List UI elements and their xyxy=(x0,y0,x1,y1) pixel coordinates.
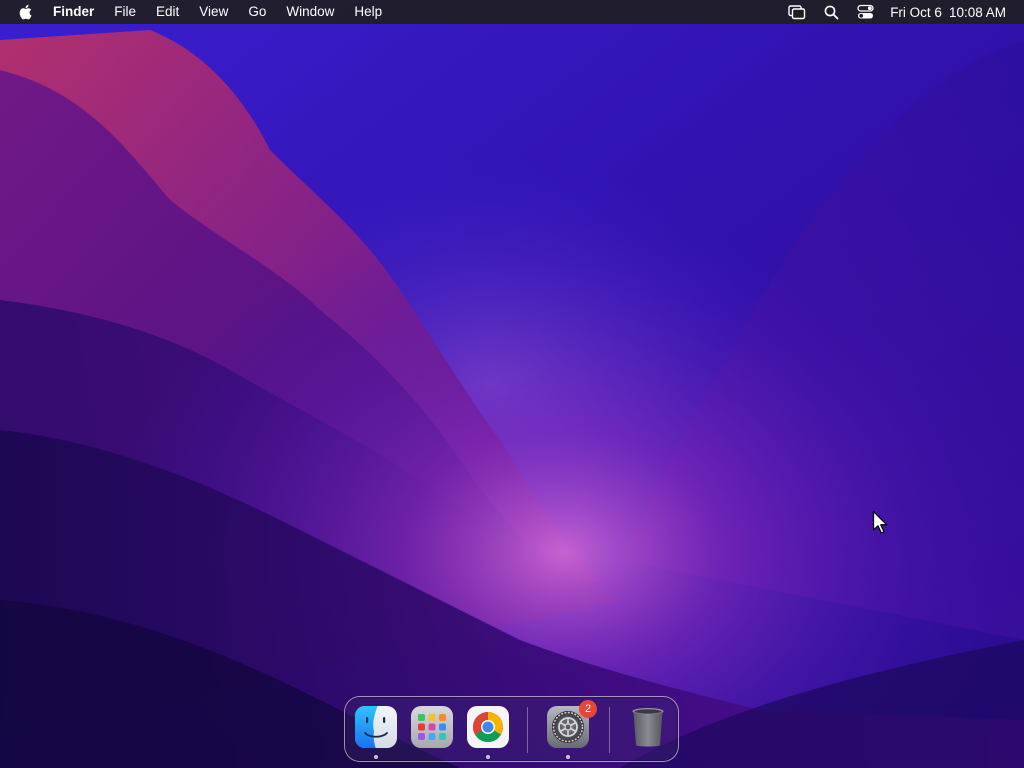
menu-app-name[interactable]: Finder xyxy=(51,0,104,24)
dock-separator xyxy=(527,707,528,753)
control-center-icon[interactable] xyxy=(854,0,876,24)
finder-running-indicator xyxy=(374,755,378,759)
menu-bar: Finder File Edit View Go Window Help Fri… xyxy=(0,0,1024,24)
menu-help[interactable]: Help xyxy=(344,0,392,24)
dock-trash[interactable] xyxy=(626,705,670,749)
desktop[interactable]: Finder File Edit View Go Window Help Fri… xyxy=(0,0,1024,768)
dock-chrome[interactable] xyxy=(466,705,510,759)
finder-icon xyxy=(355,706,397,748)
spotlight-search-icon[interactable] xyxy=(820,0,842,24)
launchpad-icon xyxy=(411,706,453,748)
dock-launchpad[interactable] xyxy=(410,705,454,749)
system-settings-badge: 2 xyxy=(579,700,597,718)
dock-separator-trash xyxy=(609,707,610,753)
dock-system-settings[interactable]: 2 xyxy=(546,700,597,759)
dock-finder[interactable] xyxy=(354,705,398,759)
apple-logo-icon[interactable] xyxy=(17,3,33,21)
chrome-icon xyxy=(467,706,509,748)
dock: 2 xyxy=(344,696,679,762)
mouse-cursor-icon xyxy=(872,510,888,534)
menu-bar-clock[interactable]: Fri Oct 6 10:08 AM xyxy=(890,5,1006,20)
system-settings-running-indicator xyxy=(566,755,570,759)
screen-mirroring-icon[interactable] xyxy=(786,0,808,24)
clock-date: Fri Oct 6 xyxy=(890,4,942,20)
menu-edit[interactable]: Edit xyxy=(146,0,189,24)
clock-time: 10:08 AM xyxy=(948,4,1006,20)
desktop-wallpaper xyxy=(0,0,1024,768)
menu-bar-left: Finder File Edit View Go Window Help xyxy=(0,0,392,24)
trash-icon xyxy=(632,708,664,747)
menu-bar-status-area: Fri Oct 6 10:08 AM xyxy=(774,0,1024,24)
menu-view[interactable]: View xyxy=(189,0,238,24)
menu-file[interactable]: File xyxy=(104,0,146,24)
menu-window[interactable]: Window xyxy=(276,0,344,24)
chrome-running-indicator xyxy=(486,755,490,759)
menu-go[interactable]: Go xyxy=(238,0,276,24)
